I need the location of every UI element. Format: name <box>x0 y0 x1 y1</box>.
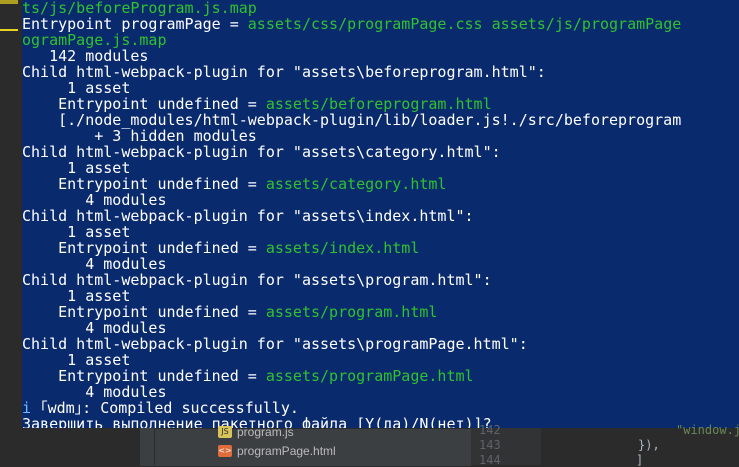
terminal-text: assets/program.html <box>265 303 438 321</box>
project-tree-panel[interactable]: JS program.js <> programPage.html <box>140 425 471 466</box>
terminal-line: 4 modules <box>22 320 739 336</box>
code-line: "window.j <box>676 423 739 437</box>
tree-item-program-js[interactable]: JS program.js <box>218 424 294 440</box>
terminal-line: i ｢wdm｣: Compiled successfully. <box>22 400 739 416</box>
terminal-line: + 3 hidden modules <box>22 128 739 144</box>
js-file-icon: JS <box>218 426 232 438</box>
terminal-line: 4 modules <box>22 192 739 208</box>
terminal-line: Entrypoint programPage = assets/css/prog… <box>22 16 739 32</box>
terminal-line: Entrypoint undefined = assets/program.ht… <box>22 304 739 320</box>
terminal-line: 1 asset <box>22 352 739 368</box>
terminal-text: assets/index.html <box>265 239 420 257</box>
terminal-line: 1 asset <box>22 288 739 304</box>
terminal-line: Child html-webpack-plugin for "assets\pr… <box>22 336 739 352</box>
terminal-line: 1 asset <box>22 224 739 240</box>
terminal-line: Child html-webpack-plugin for "assets\in… <box>22 208 739 224</box>
terminal-line: Entrypoint undefined = assets/beforeprog… <box>22 96 739 112</box>
terminal-line: ts/js/beforeProgram.js.map <box>22 0 739 16</box>
terminal-line: Entrypoint undefined = assets/index.html <box>22 240 739 256</box>
tree-item-programpage-html[interactable]: <> programPage.html <box>218 443 336 459</box>
terminal-text: assets/programPage.html <box>265 367 474 385</box>
terminal-line: Завершить выполнение пакетного файла [Y(… <box>22 416 739 428</box>
ide-left-gutter <box>0 0 22 428</box>
editor-caret-marker <box>0 29 18 31</box>
terminal-text: assets/category.html <box>265 175 447 193</box>
terminal-line: Child html-webpack-plugin for "assets\pr… <box>22 272 739 288</box>
tree-item-label: program.js <box>237 425 294 439</box>
line-number: 142 <box>479 423 501 437</box>
html-file-icon: <> <box>218 445 232 457</box>
line-number: 143 <box>479 438 501 452</box>
terminal-line: 1 asset <box>22 80 739 96</box>
terminal-line: Child html-webpack-plugin for "assets\ca… <box>22 144 739 160</box>
terminal-line: Child html-webpack-plugin for "assets\be… <box>22 64 739 80</box>
editor-line-numbers: 142 143 144 <box>471 423 541 467</box>
terminal-window[interactable]: ts/js/beforeProgram.js.map Entrypoint pro… <box>22 0 739 428</box>
terminal-line: 142 modules <box>22 48 739 64</box>
terminal-line: 4 modules <box>22 384 739 400</box>
terminal-line: Entrypoint undefined = assets/programPag… <box>22 368 739 384</box>
terminal-line: 1 asset <box>22 160 739 176</box>
terminal-line: Entrypoint undefined = assets/category.h… <box>22 176 739 192</box>
code-editor[interactable]: "window.j }), ] <box>541 423 739 467</box>
terminal-line: 4 modules <box>22 256 739 272</box>
project-tool-window-strip[interactable] <box>140 428 155 465</box>
terminal-text: assets/css/programPage.css assets/js/pro… <box>247 15 682 33</box>
code-line: }), <box>638 438 660 452</box>
tree-item-label: programPage.html <box>237 444 336 458</box>
terminal-line: [./node_modules/html-webpack-plugin/lib/… <box>22 112 739 128</box>
editor-highlight-marker <box>0 0 18 4</box>
terminal-line: ogramPage.js.map <box>22 32 739 48</box>
